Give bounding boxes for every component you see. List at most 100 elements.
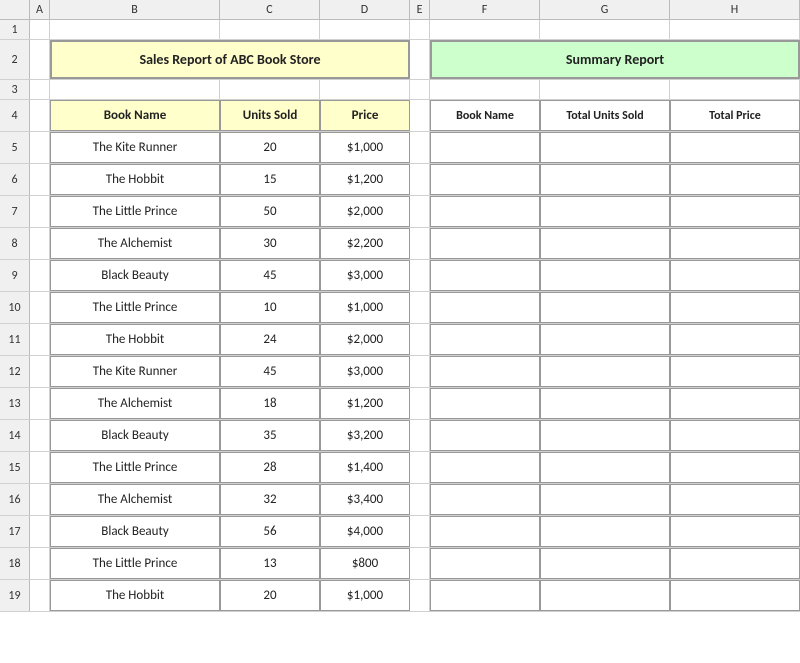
cell-h9[interactable] [670, 260, 800, 291]
cell-b8[interactable]: The Alchemist [50, 228, 220, 259]
cell-c19[interactable]: 20 [220, 580, 320, 611]
cell-g11[interactable] [540, 324, 670, 355]
cell-d3[interactable] [320, 80, 410, 99]
cell-d16[interactable]: $3,400 [320, 484, 410, 515]
cell-e10[interactable] [410, 292, 430, 323]
cell-f1[interactable] [430, 20, 540, 39]
cell-a7[interactable] [30, 196, 50, 227]
cell-f3[interactable] [430, 80, 540, 99]
cell-g8[interactable] [540, 228, 670, 259]
cell-g18[interactable] [540, 548, 670, 579]
cell-d7[interactable]: $2,000 [320, 196, 410, 227]
cell-e7[interactable] [410, 196, 430, 227]
cell-a12[interactable] [30, 356, 50, 387]
cell-f6[interactable] [430, 164, 540, 195]
cell-d19[interactable]: $1,000 [320, 580, 410, 611]
cell-e14[interactable] [410, 420, 430, 451]
cell-e1[interactable] [410, 20, 430, 39]
cell-g10[interactable] [540, 292, 670, 323]
cell-h17[interactable] [670, 516, 800, 547]
cell-e18[interactable] [410, 548, 430, 579]
cell-g16[interactable] [540, 484, 670, 515]
cell-a10[interactable] [30, 292, 50, 323]
cell-a8[interactable] [30, 228, 50, 259]
cell-c16[interactable]: 32 [220, 484, 320, 515]
cell-a5[interactable] [30, 132, 50, 163]
cell-e2[interactable] [410, 40, 430, 79]
cell-d11[interactable]: $2,000 [320, 324, 410, 355]
cell-g19[interactable] [540, 580, 670, 611]
cell-g14[interactable] [540, 420, 670, 451]
cell-c12[interactable]: 45 [220, 356, 320, 387]
cell-e11[interactable] [410, 324, 430, 355]
cell-e16[interactable] [410, 484, 430, 515]
cell-d1[interactable] [320, 20, 410, 39]
cell-e8[interactable] [410, 228, 430, 259]
cell-d15[interactable]: $1,400 [320, 452, 410, 483]
cell-h3[interactable] [670, 80, 800, 99]
cell-h19[interactable] [670, 580, 800, 611]
cell-c15[interactable]: 28 [220, 452, 320, 483]
cell-d18[interactable]: $800 [320, 548, 410, 579]
cell-f14[interactable] [430, 420, 540, 451]
cell-a11[interactable] [30, 324, 50, 355]
cell-c7[interactable]: 50 [220, 196, 320, 227]
cell-f19[interactable] [430, 580, 540, 611]
cell-a15[interactable] [30, 452, 50, 483]
cell-f15[interactable] [430, 452, 540, 483]
cell-h1[interactable] [670, 20, 800, 39]
cell-h8[interactable] [670, 228, 800, 259]
cell-a16[interactable] [30, 484, 50, 515]
cell-g9[interactable] [540, 260, 670, 291]
cell-a18[interactable] [30, 548, 50, 579]
cell-f7[interactable] [430, 196, 540, 227]
cell-d9[interactable]: $3,000 [320, 260, 410, 291]
cell-b18[interactable]: The Little Prince [50, 548, 220, 579]
cell-b1[interactable] [50, 20, 220, 39]
cell-h16[interactable] [670, 484, 800, 515]
cell-c9[interactable]: 45 [220, 260, 320, 291]
cell-h13[interactable] [670, 388, 800, 419]
cell-d6[interactable]: $1,200 [320, 164, 410, 195]
cell-a17[interactable] [30, 516, 50, 547]
cell-b5[interactable]: The Kite Runner [50, 132, 220, 163]
cell-c14[interactable]: 35 [220, 420, 320, 451]
cell-c11[interactable]: 24 [220, 324, 320, 355]
cell-f18[interactable] [430, 548, 540, 579]
cell-h11[interactable] [670, 324, 800, 355]
cell-c17[interactable]: 56 [220, 516, 320, 547]
cell-d5[interactable]: $1,000 [320, 132, 410, 163]
cell-d10[interactable]: $1,000 [320, 292, 410, 323]
cell-b12[interactable]: The Kite Runner [50, 356, 220, 387]
cell-a3[interactable] [30, 80, 50, 99]
cell-h18[interactable] [670, 548, 800, 579]
cell-b10[interactable]: The Little Prince [50, 292, 220, 323]
cell-d14[interactable]: $3,200 [320, 420, 410, 451]
cell-h10[interactable] [670, 292, 800, 323]
cell-c18[interactable]: 13 [220, 548, 320, 579]
cell-g7[interactable] [540, 196, 670, 227]
cell-c5[interactable]: 20 [220, 132, 320, 163]
cell-d8[interactable]: $2,200 [320, 228, 410, 259]
cell-f9[interactable] [430, 260, 540, 291]
cell-c13[interactable]: 18 [220, 388, 320, 419]
cell-f10[interactable] [430, 292, 540, 323]
cell-b3[interactable] [50, 80, 220, 99]
cell-e9[interactable] [410, 260, 430, 291]
cell-c10[interactable]: 10 [220, 292, 320, 323]
cell-c3[interactable] [220, 80, 320, 99]
cell-c6[interactable]: 15 [220, 164, 320, 195]
cell-h15[interactable] [670, 452, 800, 483]
cell-h7[interactable] [670, 196, 800, 227]
cell-g13[interactable] [540, 388, 670, 419]
cell-b14[interactable]: Black Beauty [50, 420, 220, 451]
cell-d12[interactable]: $3,000 [320, 356, 410, 387]
cell-b7[interactable]: The Little Prince [50, 196, 220, 227]
cell-h5[interactable] [670, 132, 800, 163]
cell-c8[interactable]: 30 [220, 228, 320, 259]
cell-e13[interactable] [410, 388, 430, 419]
cell-b13[interactable]: The Alchemist [50, 388, 220, 419]
cell-a14[interactable] [30, 420, 50, 451]
cell-a13[interactable] [30, 388, 50, 419]
cell-g3[interactable] [540, 80, 670, 99]
